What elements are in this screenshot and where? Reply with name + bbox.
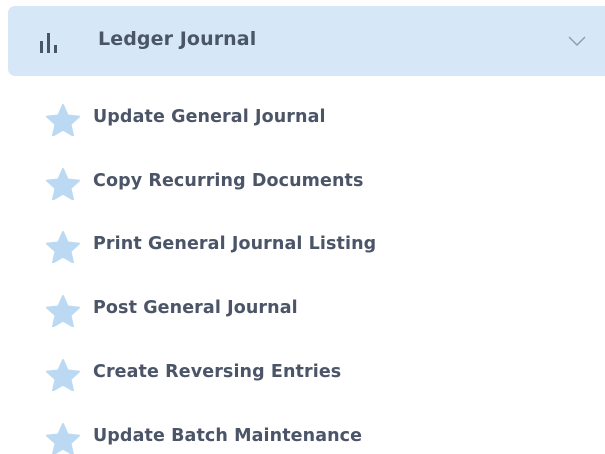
menu-item-copy-recurring-documents[interactable]: Copy Recurring Documents [44, 166, 464, 200]
menu-item-update-batch-maintenance[interactable]: Update Batch Maintenance [44, 421, 464, 454]
menu-item-post-general-journal[interactable]: Post General Journal [44, 293, 464, 327]
menu-item-label: Print General Journal Listing [93, 234, 377, 254]
menu-item-label: Update General Journal [93, 107, 326, 127]
menu-item-label: Post General Journal [93, 298, 298, 318]
star-icon [46, 295, 80, 327]
star-icon [46, 359, 80, 391]
menu-item-label: Copy Recurring Documents [93, 171, 364, 191]
menu-item-create-reversing-entries[interactable]: Create Reversing Entries [44, 357, 464, 391]
group-title: Ledger Journal [98, 28, 257, 50]
bar-chart-icon [40, 33, 57, 53]
ledger-journal-group-header[interactable]: Ledger Journal [8, 6, 605, 76]
menu-item-label: Create Reversing Entries [93, 362, 342, 382]
menu-item-print-general-journal-listing[interactable]: Print General Journal Listing [44, 229, 464, 263]
star-icon [46, 423, 80, 454]
menu-item-label: Update Batch Maintenance [93, 426, 363, 446]
star-icon [46, 231, 80, 263]
menu-item-update-general-journal[interactable]: Update General Journal [44, 102, 464, 136]
star-icon [46, 104, 80, 136]
chevron-down-icon[interactable] [568, 35, 586, 47]
ledger-journal-menu: Ledger Journal Update General Journal Co… [0, 0, 605, 454]
star-icon [46, 168, 80, 200]
